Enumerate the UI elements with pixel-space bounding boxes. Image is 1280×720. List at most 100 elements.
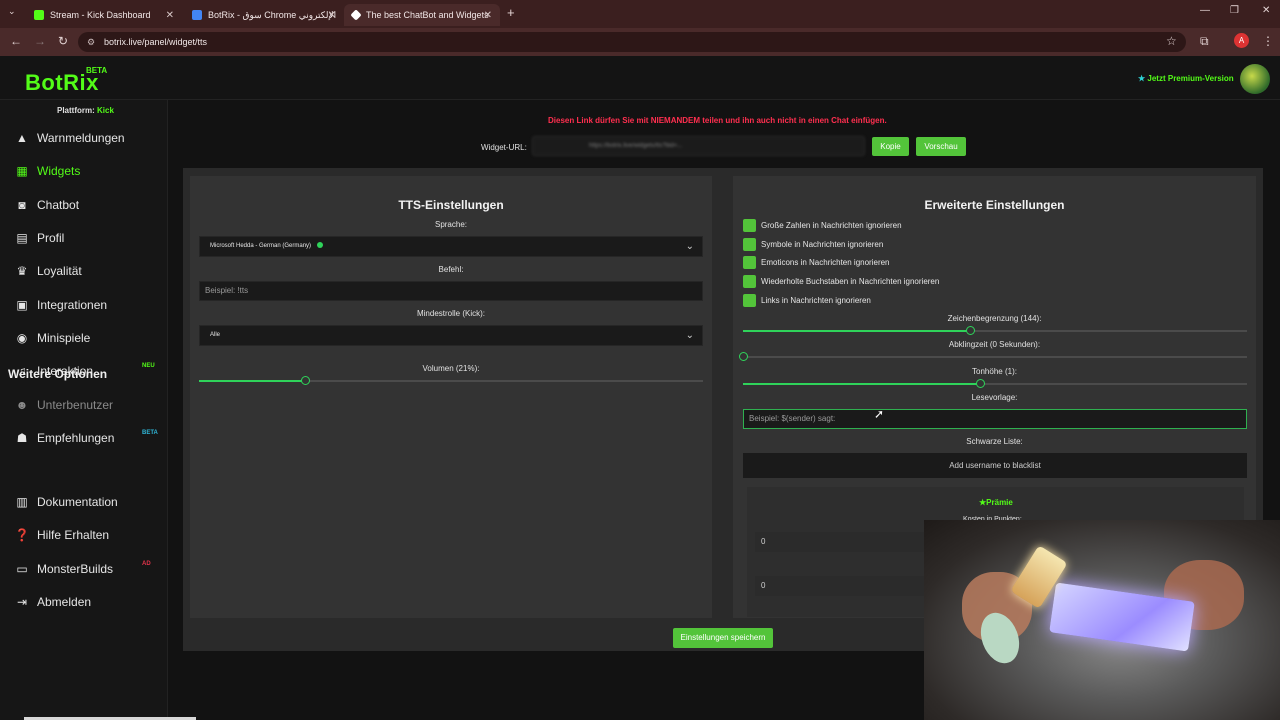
- checkbox-ignore-symbols[interactable]: Symbole in Nachrichten ignorieren: [743, 237, 883, 251]
- sidebar-item-label: Minispiele: [37, 331, 91, 345]
- chevron-down-icon: ⌄: [685, 241, 694, 252]
- more-options-heading: Weitere Optionen: [8, 367, 108, 381]
- copy-button[interactable]: Kopie: [872, 137, 909, 156]
- premium-link[interactable]: ★ Jetzt Premium-Version: [1138, 74, 1234, 83]
- site-info-icon[interactable]: ⚙: [87, 32, 95, 52]
- sidebar-item-minispiele[interactable]: ◉ Minispiele: [14, 328, 164, 348]
- pitch-slider[interactable]: [743, 379, 1247, 388]
- template-label: Lesevorlage:: [971, 393, 1018, 402]
- checkbox[interactable]: [743, 218, 756, 232]
- command-input[interactable]: Beispiel: !tts: [199, 281, 703, 301]
- sidebar-item-warnmeldungen[interactable]: ▲ Warnmeldungen: [14, 128, 164, 148]
- minimize-icon[interactable]: —: [1200, 5, 1210, 16]
- widget-url-field[interactable]: https://botrix.live/widgets/tts?bid=...: [532, 136, 865, 156]
- close-icon[interactable]: ✕: [484, 10, 492, 21]
- sidebar-item-label: Unterbenutzer: [37, 398, 114, 412]
- add-to-blacklist-button[interactable]: Add username to blacklist: [743, 453, 1247, 478]
- new-tab-icon[interactable]: +: [507, 5, 515, 20]
- min-role-value: Alle: [210, 332, 221, 338]
- checkbox-label: Links in Nachrichten ignorieren: [761, 295, 871, 305]
- sidebar-item-widgets[interactable]: ▦ Widgets: [14, 161, 164, 181]
- checkbox[interactable]: [743, 274, 756, 288]
- tab-botrix-widgets[interactable]: The best ChatBot and Widgets ✕: [344, 4, 500, 26]
- blacklist-label: Schwarze Liste:: [966, 437, 1023, 446]
- checkbox-ignore-repeated-letters[interactable]: Wiederholte Buchstaben in Nachrichten ig…: [743, 274, 939, 288]
- language-select[interactable]: Microsoft Hedda - German (Germany) ⌄: [199, 236, 703, 257]
- sidebar-item-abmelden[interactable]: ⇥ Abmelden: [14, 592, 164, 612]
- webcam-overlay: [924, 520, 1280, 720]
- app-header: BotRix BETA ★ Jetzt Premium-Version: [0, 56, 1280, 100]
- tab-search-icon[interactable]: ⌄: [8, 6, 16, 17]
- sidebar-item-hilfe[interactable]: ❓ Hilfe Erhalten: [14, 525, 164, 545]
- checkbox-label: Symbole in Nachrichten ignorieren: [761, 239, 884, 249]
- logo-beta-badge: BETA: [86, 66, 108, 75]
- volume-slider-thumb[interactable]: [301, 376, 310, 385]
- checkbox-ignore-links[interactable]: Links in Nachrichten ignorieren: [743, 293, 871, 307]
- close-icon[interactable]: ✕: [166, 10, 174, 21]
- checkbox-label: Emoticons in Nachrichten ignorieren: [761, 257, 890, 267]
- reward-title-text: Prämie: [986, 498, 1013, 507]
- checkbox[interactable]: [743, 255, 756, 269]
- tab-title: BotRix - سوق Chrome الإلكتروني: [208, 9, 337, 20]
- restore-icon[interactable]: ❐: [1230, 5, 1239, 16]
- gamepad-icon: ◉: [16, 331, 28, 345]
- sidebar-item-loyalitaet[interactable]: ♛ Loyalität: [14, 261, 164, 281]
- checkbox[interactable]: [743, 293, 756, 307]
- tab-title: The best ChatBot and Widgets: [366, 10, 489, 20]
- sidebar-item-dokumentation[interactable]: ▥ Dokumentation: [14, 492, 164, 512]
- reward-cost-input[interactable]: 0: [755, 532, 935, 552]
- bookmark-star-icon[interactable]: ☆: [1166, 34, 1177, 48]
- url-bar[interactable]: ⚙ botrix.live/panel/widget/tts: [78, 32, 1186, 52]
- extensions-icon[interactable]: ⧉: [1200, 34, 1209, 49]
- sidebar-item-integrationen[interactable]: ▣ Integrationen: [14, 295, 164, 315]
- premium-link-label: Jetzt Premium-Version: [1147, 74, 1234, 83]
- users-icon: ☻: [15, 398, 29, 412]
- menu-dots-icon[interactable]: ⋮: [1262, 34, 1274, 48]
- sidebar-item-chatbot[interactable]: ◙ Chatbot: [14, 195, 164, 215]
- badge-beta: BETA: [142, 430, 158, 436]
- tab-title: Stream - Kick Dashboard: [50, 10, 151, 20]
- cooldown-slider[interactable]: [739, 352, 1247, 361]
- help-icon: ❓: [14, 528, 30, 542]
- reward-secondary-input[interactable]: 0: [755, 576, 935, 596]
- cooldown-slider-thumb[interactable]: [739, 352, 748, 361]
- min-role-select[interactable]: Alle ⌄: [199, 325, 703, 346]
- language-label: Sprache:: [434, 220, 468, 229]
- id-card-icon: ▤: [16, 231, 28, 245]
- save-settings-button[interactable]: Einstellungen speichern: [673, 628, 773, 648]
- sidebar-item-label: Widgets: [37, 164, 81, 178]
- close-icon[interactable]: ✕: [328, 10, 336, 21]
- robot-icon: ◙: [18, 198, 26, 212]
- template-input[interactable]: Beispiel: $(sender) sagt:: [743, 409, 1247, 429]
- cooldown-label: Abklingzeit (0 Sekunden):: [948, 340, 1041, 349]
- preview-button[interactable]: Vorschau: [916, 137, 966, 156]
- warning-icon: ▲: [16, 131, 28, 145]
- profile-avatar[interactable]: A: [1234, 33, 1249, 48]
- volume-slider[interactable]: [199, 376, 703, 385]
- sidebar-item-unterbenutzer[interactable]: ☻ Unterbenutzer: [14, 395, 164, 415]
- sidebar-item-label: Loyalität: [37, 264, 82, 278]
- user-avatar[interactable]: [1240, 64, 1270, 94]
- volume-slider-fill: [199, 380, 305, 382]
- chevron-down-icon: ⌄: [685, 330, 694, 341]
- tab-kick-dashboard[interactable]: Stream - Kick Dashboard ✕: [26, 4, 182, 26]
- tab-botrix-store[interactable]: BotRix - سوق Chrome الإلكتروني ✕: [184, 4, 344, 26]
- advanced-settings-title: Erweiterte Einstellungen: [924, 198, 1065, 212]
- checkbox-ignore-emoticons[interactable]: Emoticons in Nachrichten ignorieren: [743, 255, 890, 269]
- platform-label: Plattform:: [57, 106, 95, 115]
- sidebar-item-profil[interactable]: ▤ Profil: [14, 228, 164, 248]
- checkbox[interactable]: [743, 237, 756, 251]
- close-window-icon[interactable]: ✕: [1262, 5, 1270, 16]
- pitch-slider-thumb[interactable]: [976, 379, 985, 388]
- checkbox-ignore-large-numbers[interactable]: Große Zahlen in Nachrichten ignorieren: [743, 218, 902, 232]
- sidebar-item-label: Chatbot: [37, 198, 80, 212]
- language-value: Microsoft Hedda - German (Germany): [210, 243, 312, 249]
- back-icon[interactable]: ←: [10, 34, 22, 48]
- char-limit-slider-thumb[interactable]: [966, 326, 975, 335]
- chrome-store-favicon-icon: [192, 10, 202, 20]
- trophy-icon: ♛: [16, 264, 28, 278]
- char-limit-slider[interactable]: [743, 326, 1247, 335]
- reload-icon[interactable]: ↻: [58, 34, 68, 48]
- forward-icon[interactable]: →: [34, 34, 46, 48]
- botrix-favicon-icon: [350, 9, 362, 21]
